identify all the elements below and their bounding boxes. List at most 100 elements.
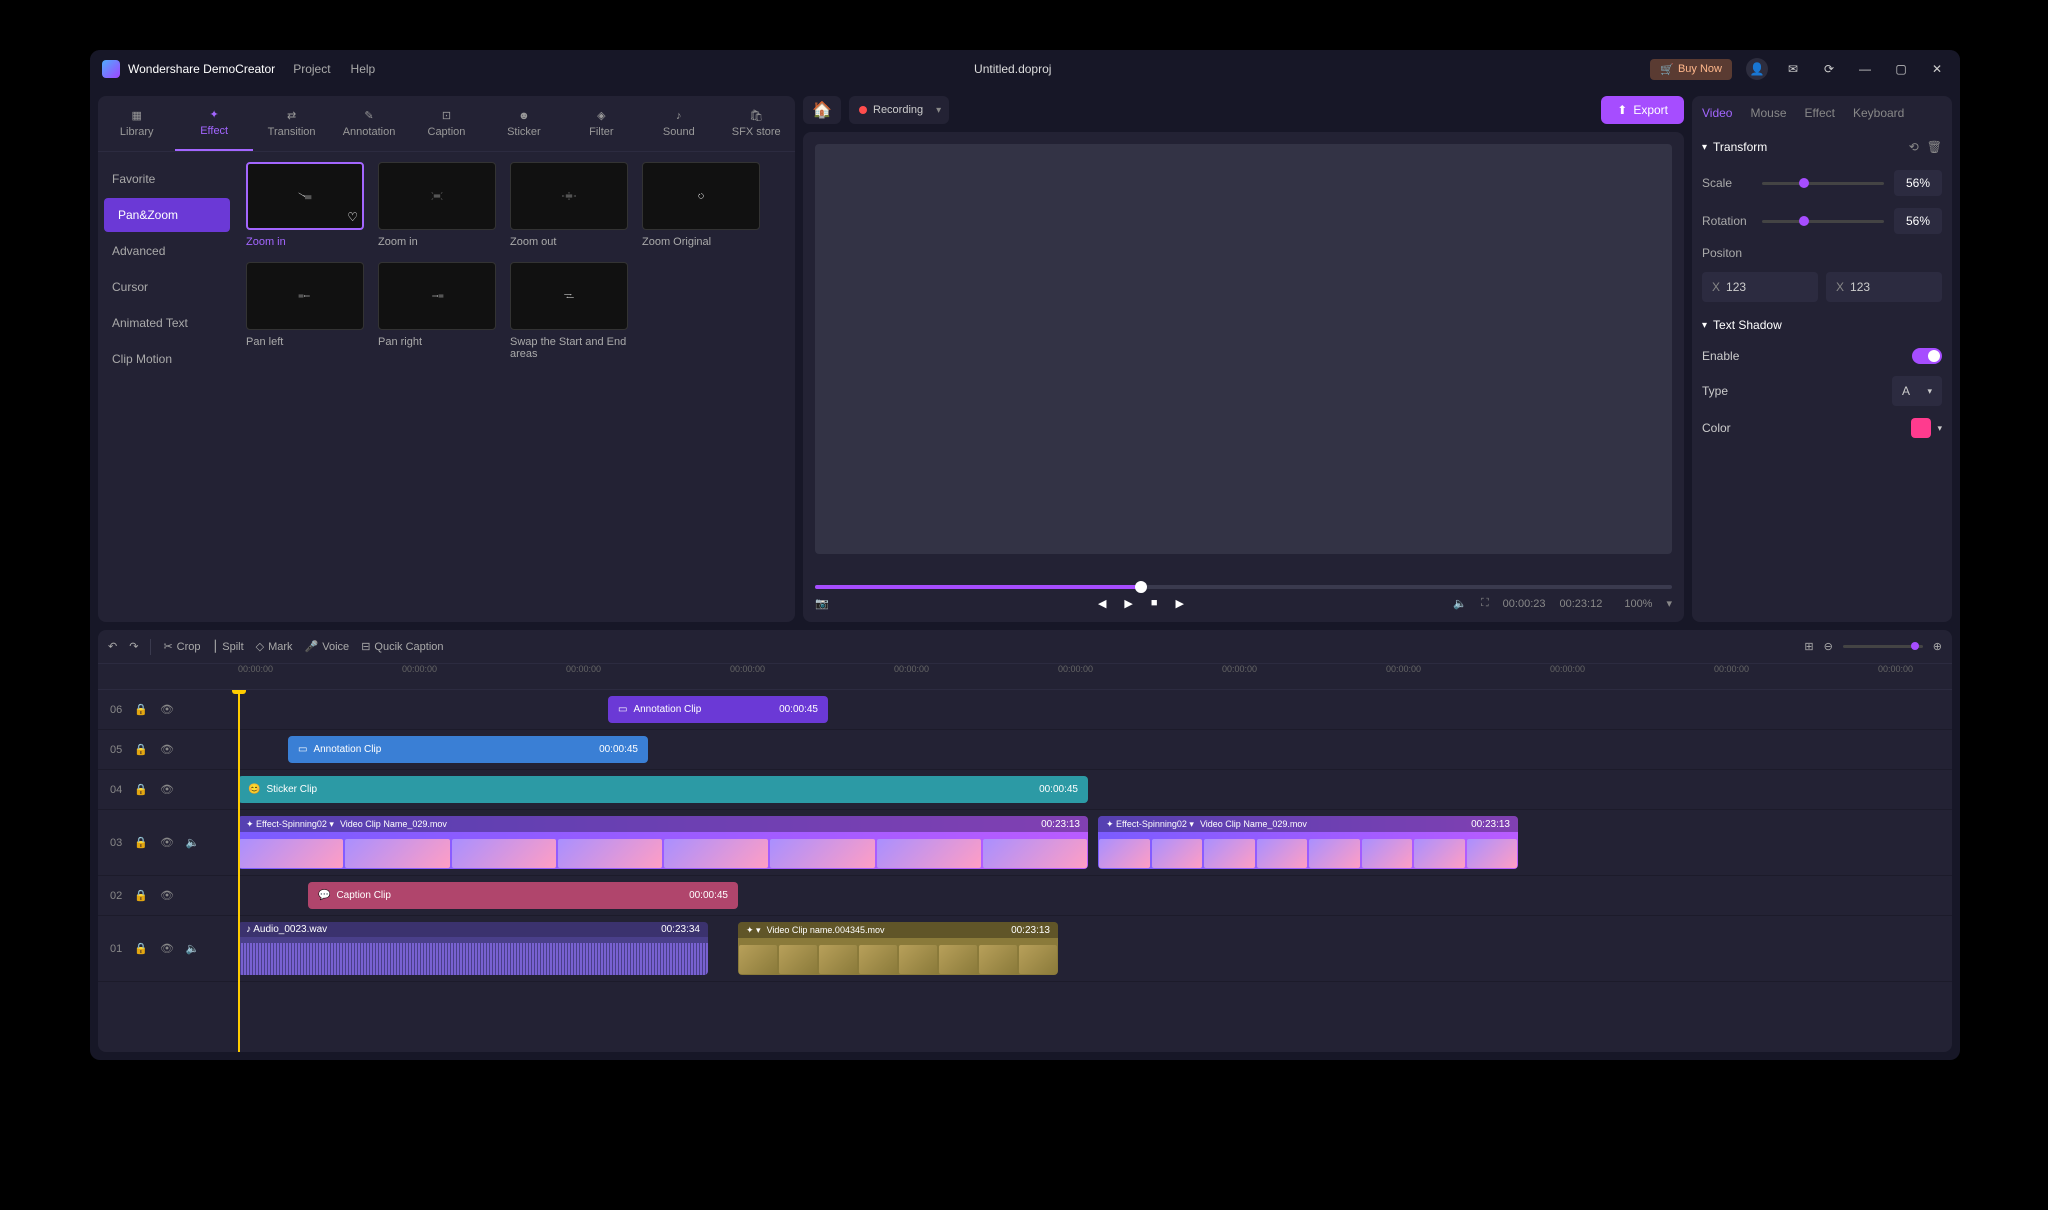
sidebar-item-panzoom[interactable]: Pan&Zoom bbox=[104, 198, 230, 232]
recording-dropdown[interactable]: Recording bbox=[849, 96, 949, 124]
delete-icon[interactable]: 🗑 bbox=[1927, 140, 1942, 154]
position-x-input[interactable]: X123 bbox=[1702, 272, 1818, 302]
sidebar-item-clipmotion[interactable]: Clip Motion bbox=[98, 342, 236, 376]
playhead[interactable] bbox=[238, 690, 240, 1052]
preview-scrubber[interactable] bbox=[815, 585, 1672, 589]
lock-icon[interactable]: 🔒 bbox=[134, 783, 148, 796]
camera-icon[interactable]: 📷 bbox=[815, 597, 829, 610]
effect-swap-the-start-and-end-areas[interactable]: Swap the Start and End areas bbox=[510, 262, 628, 360]
tab-annotation[interactable]: ✎Annotation bbox=[330, 96, 407, 151]
preview-canvas[interactable] bbox=[815, 144, 1672, 554]
lock-icon[interactable]: 🔒 bbox=[134, 743, 148, 756]
effect-zoom-in[interactable]: ♡Zoom in bbox=[246, 162, 364, 248]
eye-icon[interactable]: 👁 bbox=[160, 703, 174, 716]
play-icon[interactable]: ▶ bbox=[1124, 597, 1132, 610]
position-y-input[interactable]: X123 bbox=[1826, 272, 1942, 302]
clip-video2[interactable]: ✦ ▾Video Clip name.004345.mov00:23:13 bbox=[738, 922, 1058, 975]
lock-icon[interactable]: 🔒 bbox=[134, 889, 148, 902]
caption-tool[interactable]: ⊟ Qucik Caption bbox=[361, 640, 443, 653]
property-tab-mouse[interactable]: Mouse bbox=[1750, 106, 1786, 120]
voice-tool[interactable]: 🎤 Voice bbox=[305, 640, 350, 653]
mute-icon[interactable]: 🔈 bbox=[186, 836, 200, 849]
clip-video[interactable]: ✦ Effect-Spinning02 ▾Video Clip Name_029… bbox=[1098, 816, 1518, 869]
home-button[interactable]: 🏠 bbox=[803, 96, 841, 124]
refresh-icon[interactable]: ⟳ bbox=[1818, 58, 1840, 80]
eye-icon[interactable]: 👁 bbox=[160, 743, 174, 756]
menu-help[interactable]: Help bbox=[351, 62, 376, 76]
next-frame-icon[interactable]: ▶ bbox=[1176, 597, 1184, 610]
clip-caption[interactable]: 💬Caption Clip00:00:45 bbox=[308, 882, 738, 909]
tab-effect[interactable]: ✦Effect bbox=[175, 96, 252, 151]
tab-caption[interactable]: ⊡Caption bbox=[408, 96, 485, 151]
undo-icon[interactable]: ↶ bbox=[108, 640, 117, 653]
volume-icon[interactable]: 🔈 bbox=[1453, 597, 1467, 610]
type-select[interactable]: A ▾ bbox=[1892, 376, 1942, 406]
color-swatch[interactable] bbox=[1911, 418, 1931, 438]
scale-slider[interactable] bbox=[1762, 182, 1884, 185]
effect-zoom-out[interactable]: Zoom out bbox=[510, 162, 628, 248]
eye-icon[interactable]: 👁 bbox=[160, 889, 174, 902]
redo-icon[interactable]: ↷ bbox=[129, 640, 138, 653]
zoom-level[interactable]: 100% bbox=[1624, 598, 1652, 610]
enable-toggle[interactable] bbox=[1912, 348, 1942, 364]
heart-icon[interactable]: ♡ bbox=[347, 210, 358, 224]
chevron-down-icon[interactable]: ▾ bbox=[1666, 597, 1672, 610]
tab-transition[interactable]: ⇄Transition bbox=[253, 96, 330, 151]
effect-zoom-in[interactable]: Zoom in bbox=[378, 162, 496, 248]
sidebar-item-favorite[interactable]: Favorite bbox=[98, 162, 236, 196]
effect-zoom-original[interactable]: Zoom Original bbox=[642, 162, 760, 248]
reset-icon[interactable]: ⟲ bbox=[1909, 140, 1919, 154]
tab-filter[interactable]: ◈Filter bbox=[563, 96, 640, 151]
eye-icon[interactable]: 👁 bbox=[160, 836, 174, 849]
clip-annotation2[interactable]: ▭Annotation Clip00:00:45 bbox=[288, 736, 648, 763]
mark-tool[interactable]: ◇ Mark bbox=[256, 640, 293, 653]
lock-icon[interactable]: 🔒 bbox=[134, 836, 148, 849]
minimize-icon[interactable]: — bbox=[1854, 58, 1876, 80]
crop-tool[interactable]: ✂ Crop bbox=[163, 640, 200, 653]
tab-library[interactable]: ▦Library bbox=[98, 96, 175, 151]
property-tab-keyboard[interactable]: Keyboard bbox=[1853, 106, 1904, 120]
transform-header[interactable]: ▾ Transform ⟲🗑 bbox=[1702, 140, 1942, 154]
effect-pan-left[interactable]: Pan left bbox=[246, 262, 364, 360]
buy-now-button[interactable]: 🛒 Buy Now bbox=[1650, 59, 1732, 80]
lock-icon[interactable]: 🔒 bbox=[134, 703, 148, 716]
zoom-out-icon[interactable]: ⊖ bbox=[1824, 640, 1833, 653]
caption-icon[interactable]: ⊞ bbox=[1804, 640, 1813, 653]
prev-frame-icon[interactable]: ◀ bbox=[1098, 597, 1106, 610]
user-icon[interactable]: 👤 bbox=[1746, 58, 1768, 80]
tab-sound[interactable]: ♪Sound bbox=[640, 96, 717, 151]
tab-sticker[interactable]: ☻Sticker bbox=[485, 96, 562, 151]
zoom-in-icon[interactable]: ⊕ bbox=[1933, 640, 1942, 653]
export-button[interactable]: ⬆ Export bbox=[1601, 96, 1684, 124]
eye-icon[interactable]: 👁 bbox=[160, 783, 174, 796]
timeline-ruler[interactable]: 00:00:0000:00:0000:00:0000:00:0000:00:00… bbox=[98, 664, 1952, 690]
menu-project[interactable]: Project bbox=[293, 62, 330, 76]
zoom-slider[interactable] bbox=[1843, 645, 1923, 648]
shadow-header[interactable]: ▾ Text Shadow bbox=[1702, 318, 1942, 332]
clip-annotation[interactable]: ▭Annotation Clip00:00:45 bbox=[608, 696, 828, 723]
close-icon[interactable]: ✕ bbox=[1926, 58, 1948, 80]
eye-icon[interactable]: 👁 bbox=[160, 942, 174, 955]
clip-sticker[interactable]: 😊Sticker Clip00:00:45 bbox=[238, 776, 1088, 803]
rotation-slider[interactable] bbox=[1762, 220, 1884, 223]
property-tab-video[interactable]: Video bbox=[1702, 106, 1732, 120]
tab-sfx-store[interactable]: 🛍SFX store bbox=[718, 96, 795, 151]
stop-icon[interactable]: ■ bbox=[1151, 597, 1158, 610]
chevron-down-icon[interactable]: ▾ bbox=[1937, 423, 1942, 434]
fullscreen-icon[interactable]: ⛶ bbox=[1481, 597, 1489, 610]
sidebar-item-animatedtext[interactable]: Animated Text bbox=[98, 306, 236, 340]
sidebar-item-advanced[interactable]: Advanced bbox=[98, 234, 236, 268]
clip-video[interactable]: ✦ Effect-Spinning02 ▾Video Clip Name_029… bbox=[238, 816, 1088, 869]
rotation-value[interactable]: 56% bbox=[1894, 208, 1942, 234]
split-tool[interactable]: ⎮ Spilt bbox=[213, 640, 244, 653]
type-label: Type bbox=[1702, 384, 1728, 398]
property-tab-effect[interactable]: Effect bbox=[1805, 106, 1835, 120]
lock-icon[interactable]: 🔒 bbox=[134, 942, 148, 955]
scale-value[interactable]: 56% bbox=[1894, 170, 1942, 196]
sidebar-item-cursor[interactable]: Cursor bbox=[98, 270, 236, 304]
mail-icon[interactable]: ✉ bbox=[1782, 58, 1804, 80]
mute-icon[interactable]: 🔈 bbox=[186, 942, 200, 955]
maximize-icon[interactable]: ▢ bbox=[1890, 58, 1912, 80]
clip-audio[interactable]: ♪ Audio_0023.wav00:23:34 bbox=[238, 922, 708, 975]
effect-pan-right[interactable]: Pan right bbox=[378, 262, 496, 360]
